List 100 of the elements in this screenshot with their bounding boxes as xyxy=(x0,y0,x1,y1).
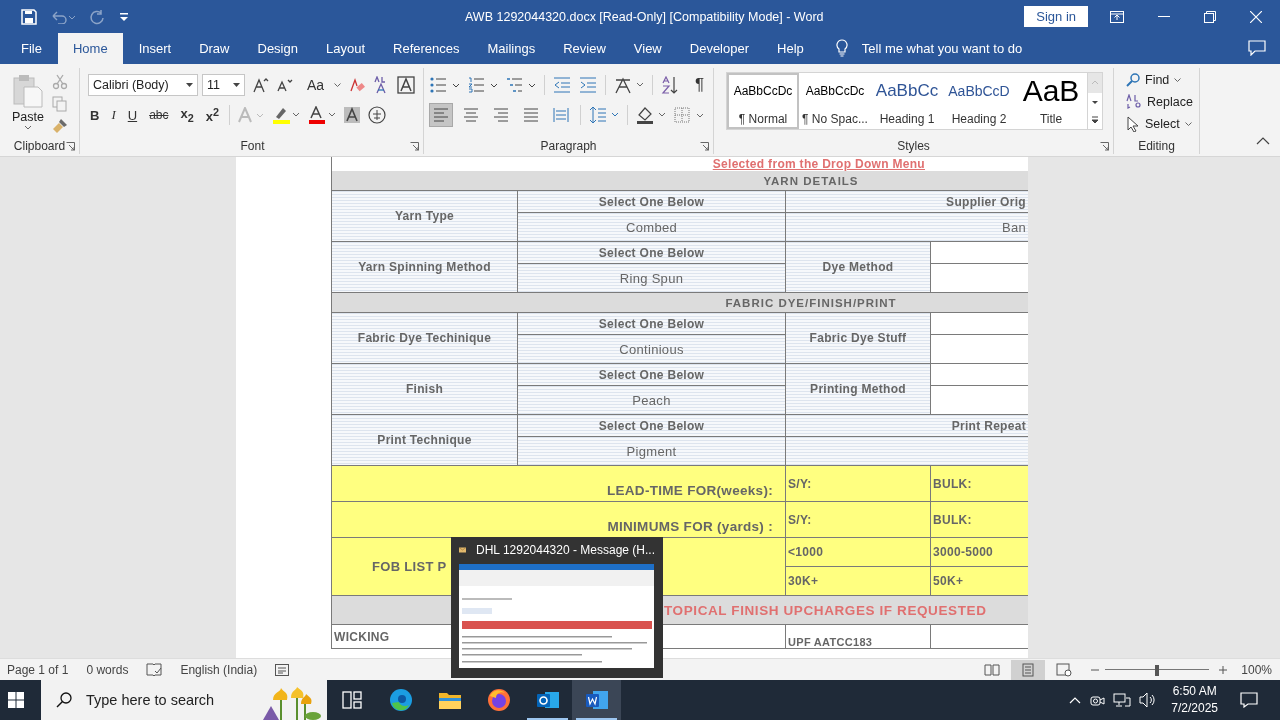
alignment-icon xyxy=(463,108,479,122)
editing-button[interactable]: Find xyxy=(1126,71,1199,89)
zoom-slider[interactable] xyxy=(1105,662,1210,677)
volume-icon[interactable] xyxy=(1139,692,1158,708)
dialog-launcher-icon[interactable] xyxy=(700,142,709,151)
ribbon-display-icon[interactable] xyxy=(1110,10,1124,23)
style-item[interactable]: AaBbCcD Heading 2 xyxy=(943,73,1015,129)
font-style-button[interactable]: I xyxy=(109,107,118,123)
zoom-level[interactable]: 100% xyxy=(1241,662,1280,677)
ribbon-tab[interactable]: Mailings xyxy=(473,33,550,64)
enclose-characters-icon[interactable] xyxy=(368,106,386,124)
minimize-icon[interactable] xyxy=(1158,15,1170,18)
highlight-icon[interactable] xyxy=(272,106,300,124)
page-count[interactable]: Page 1 of 1 xyxy=(7,662,69,677)
app-icon xyxy=(486,688,511,712)
more-styles-icon[interactable] xyxy=(1088,111,1102,129)
row-label: Finish xyxy=(332,364,518,415)
bullets-icon[interactable] xyxy=(430,77,460,93)
caret-icon[interactable] xyxy=(334,83,342,87)
style-item[interactable]: AaB Title xyxy=(1015,73,1087,129)
view-mode-icon xyxy=(1056,662,1073,677)
paste-button[interactable]: Paste xyxy=(12,73,44,138)
macro-icon[interactable] xyxy=(275,663,290,676)
view-mode-icon xyxy=(984,662,1001,677)
cursor-icon xyxy=(1126,116,1140,132)
style-item[interactable]: AaBbCc Heading 1 xyxy=(871,73,943,129)
ribbon-tab[interactable]: Draw xyxy=(185,33,244,64)
font-style-button[interactable]: U xyxy=(125,107,140,123)
font-size-field[interactable]: 11 xyxy=(202,74,245,96)
app-icon xyxy=(339,688,364,712)
table-cell: Continious xyxy=(518,335,786,364)
sign-in-button[interactable]: Sign in xyxy=(1024,6,1088,27)
ribbon-tab[interactable]: Home xyxy=(57,33,123,64)
font-name-field[interactable]: Calibri (Body) xyxy=(88,74,198,96)
font-style-button[interactable]: B xyxy=(88,107,102,123)
ribbon-tab[interactable]: Review xyxy=(549,33,620,64)
shading-icon[interactable] xyxy=(636,106,666,124)
lightbulb-icon[interactable] xyxy=(835,39,848,57)
ribbon-tab[interactable]: Developer xyxy=(675,33,764,64)
dialog-launcher-icon[interactable] xyxy=(1100,142,1109,151)
editing-button[interactable]: Select xyxy=(1126,115,1199,133)
multilevel-list-icon[interactable] xyxy=(506,77,536,93)
asian-layout-icon[interactable] xyxy=(614,76,644,94)
font-style-button[interactable]: x$^{2}$ xyxy=(203,105,221,125)
search-field[interactable]: Type here to search xyxy=(41,680,327,720)
alignment-icon xyxy=(493,108,509,122)
grow-font-icon[interactable] xyxy=(253,77,269,93)
change-case-button[interactable]: Aa xyxy=(305,77,327,93)
save-icon[interactable] xyxy=(21,8,37,25)
ribbon-tab[interactable]: References xyxy=(379,33,474,64)
character-border-icon[interactable] xyxy=(397,76,416,94)
ribbon-tab[interactable]: File xyxy=(7,33,56,64)
network-icon[interactable] xyxy=(1113,692,1132,708)
table-cell: Pigment xyxy=(518,437,786,466)
restore-icon[interactable] xyxy=(1204,10,1216,23)
editing-button[interactable]: Replace xyxy=(1126,93,1199,111)
scroll-down-icon[interactable] xyxy=(1088,93,1102,111)
ribbon-tab[interactable]: Design xyxy=(243,33,312,64)
style-item[interactable]: AaBbCcDc ¶ No Spac... xyxy=(799,73,871,129)
ribbon-tab[interactable]: View xyxy=(619,33,676,64)
clock-time[interactable]: 6:50 AM xyxy=(1172,683,1217,700)
language-indicator[interactable]: English (India) xyxy=(180,662,258,677)
window-preview[interactable]: DHL 1292044320 - Message (H... xyxy=(451,537,663,678)
show-marks-button[interactable]: ¶ xyxy=(693,75,707,95)
row-label: Yarn Type xyxy=(332,191,518,242)
font-style-button[interactable]: abc xyxy=(147,108,171,122)
dialog-launcher-icon[interactable] xyxy=(410,142,419,151)
font-style-button[interactable]: x$_{2}$ xyxy=(178,106,196,124)
word-count[interactable]: 0 words xyxy=(86,662,129,677)
shrink-font-icon[interactable] xyxy=(277,78,293,92)
clock-date[interactable]: 7/2/2025 xyxy=(1171,700,1218,717)
undo-icon[interactable] xyxy=(51,9,75,24)
customize-icon[interactable] xyxy=(119,11,129,22)
table-cell: Select One Below xyxy=(518,242,786,264)
sort-icon[interactable] xyxy=(661,76,679,94)
zoom-in-icon[interactable] xyxy=(1219,665,1228,674)
character-shading-icon[interactable] xyxy=(344,107,360,123)
numbering-icon[interactable] xyxy=(468,77,498,93)
ribbon-tab[interactable]: Insert xyxy=(124,33,186,64)
comments-icon[interactable] xyxy=(1248,40,1266,56)
ribbon-tab[interactable]: Help xyxy=(763,33,818,64)
caret-icon xyxy=(24,125,32,130)
dialog-launcher-icon[interactable] xyxy=(66,142,75,151)
tell-me-search[interactable]: Tell me what you want to do xyxy=(861,33,1023,64)
format-painter-icon[interactable] xyxy=(52,118,68,134)
redo-icon[interactable] xyxy=(89,8,105,25)
collapse-ribbon-icon[interactable] xyxy=(1256,137,1270,145)
view-button[interactable] xyxy=(1011,659,1046,680)
line-spacing-icon[interactable] xyxy=(589,106,619,124)
chevron-up-icon[interactable] xyxy=(1069,696,1082,704)
close-icon[interactable] xyxy=(1250,10,1262,23)
notifications-icon[interactable] xyxy=(1240,692,1258,708)
style-item[interactable]: AaBbCcDc ¶ Normal xyxy=(727,73,799,129)
font-color-icon[interactable] xyxy=(308,106,336,124)
clear-formatting-icon[interactable] xyxy=(349,77,366,93)
table-cell: S/Y: xyxy=(786,466,931,502)
proofing-icon[interactable] xyxy=(146,662,163,677)
taskbar-app-button[interactable] xyxy=(572,680,621,720)
start-icon[interactable] xyxy=(8,692,24,708)
ribbon-tab[interactable]: Layout xyxy=(311,33,379,64)
